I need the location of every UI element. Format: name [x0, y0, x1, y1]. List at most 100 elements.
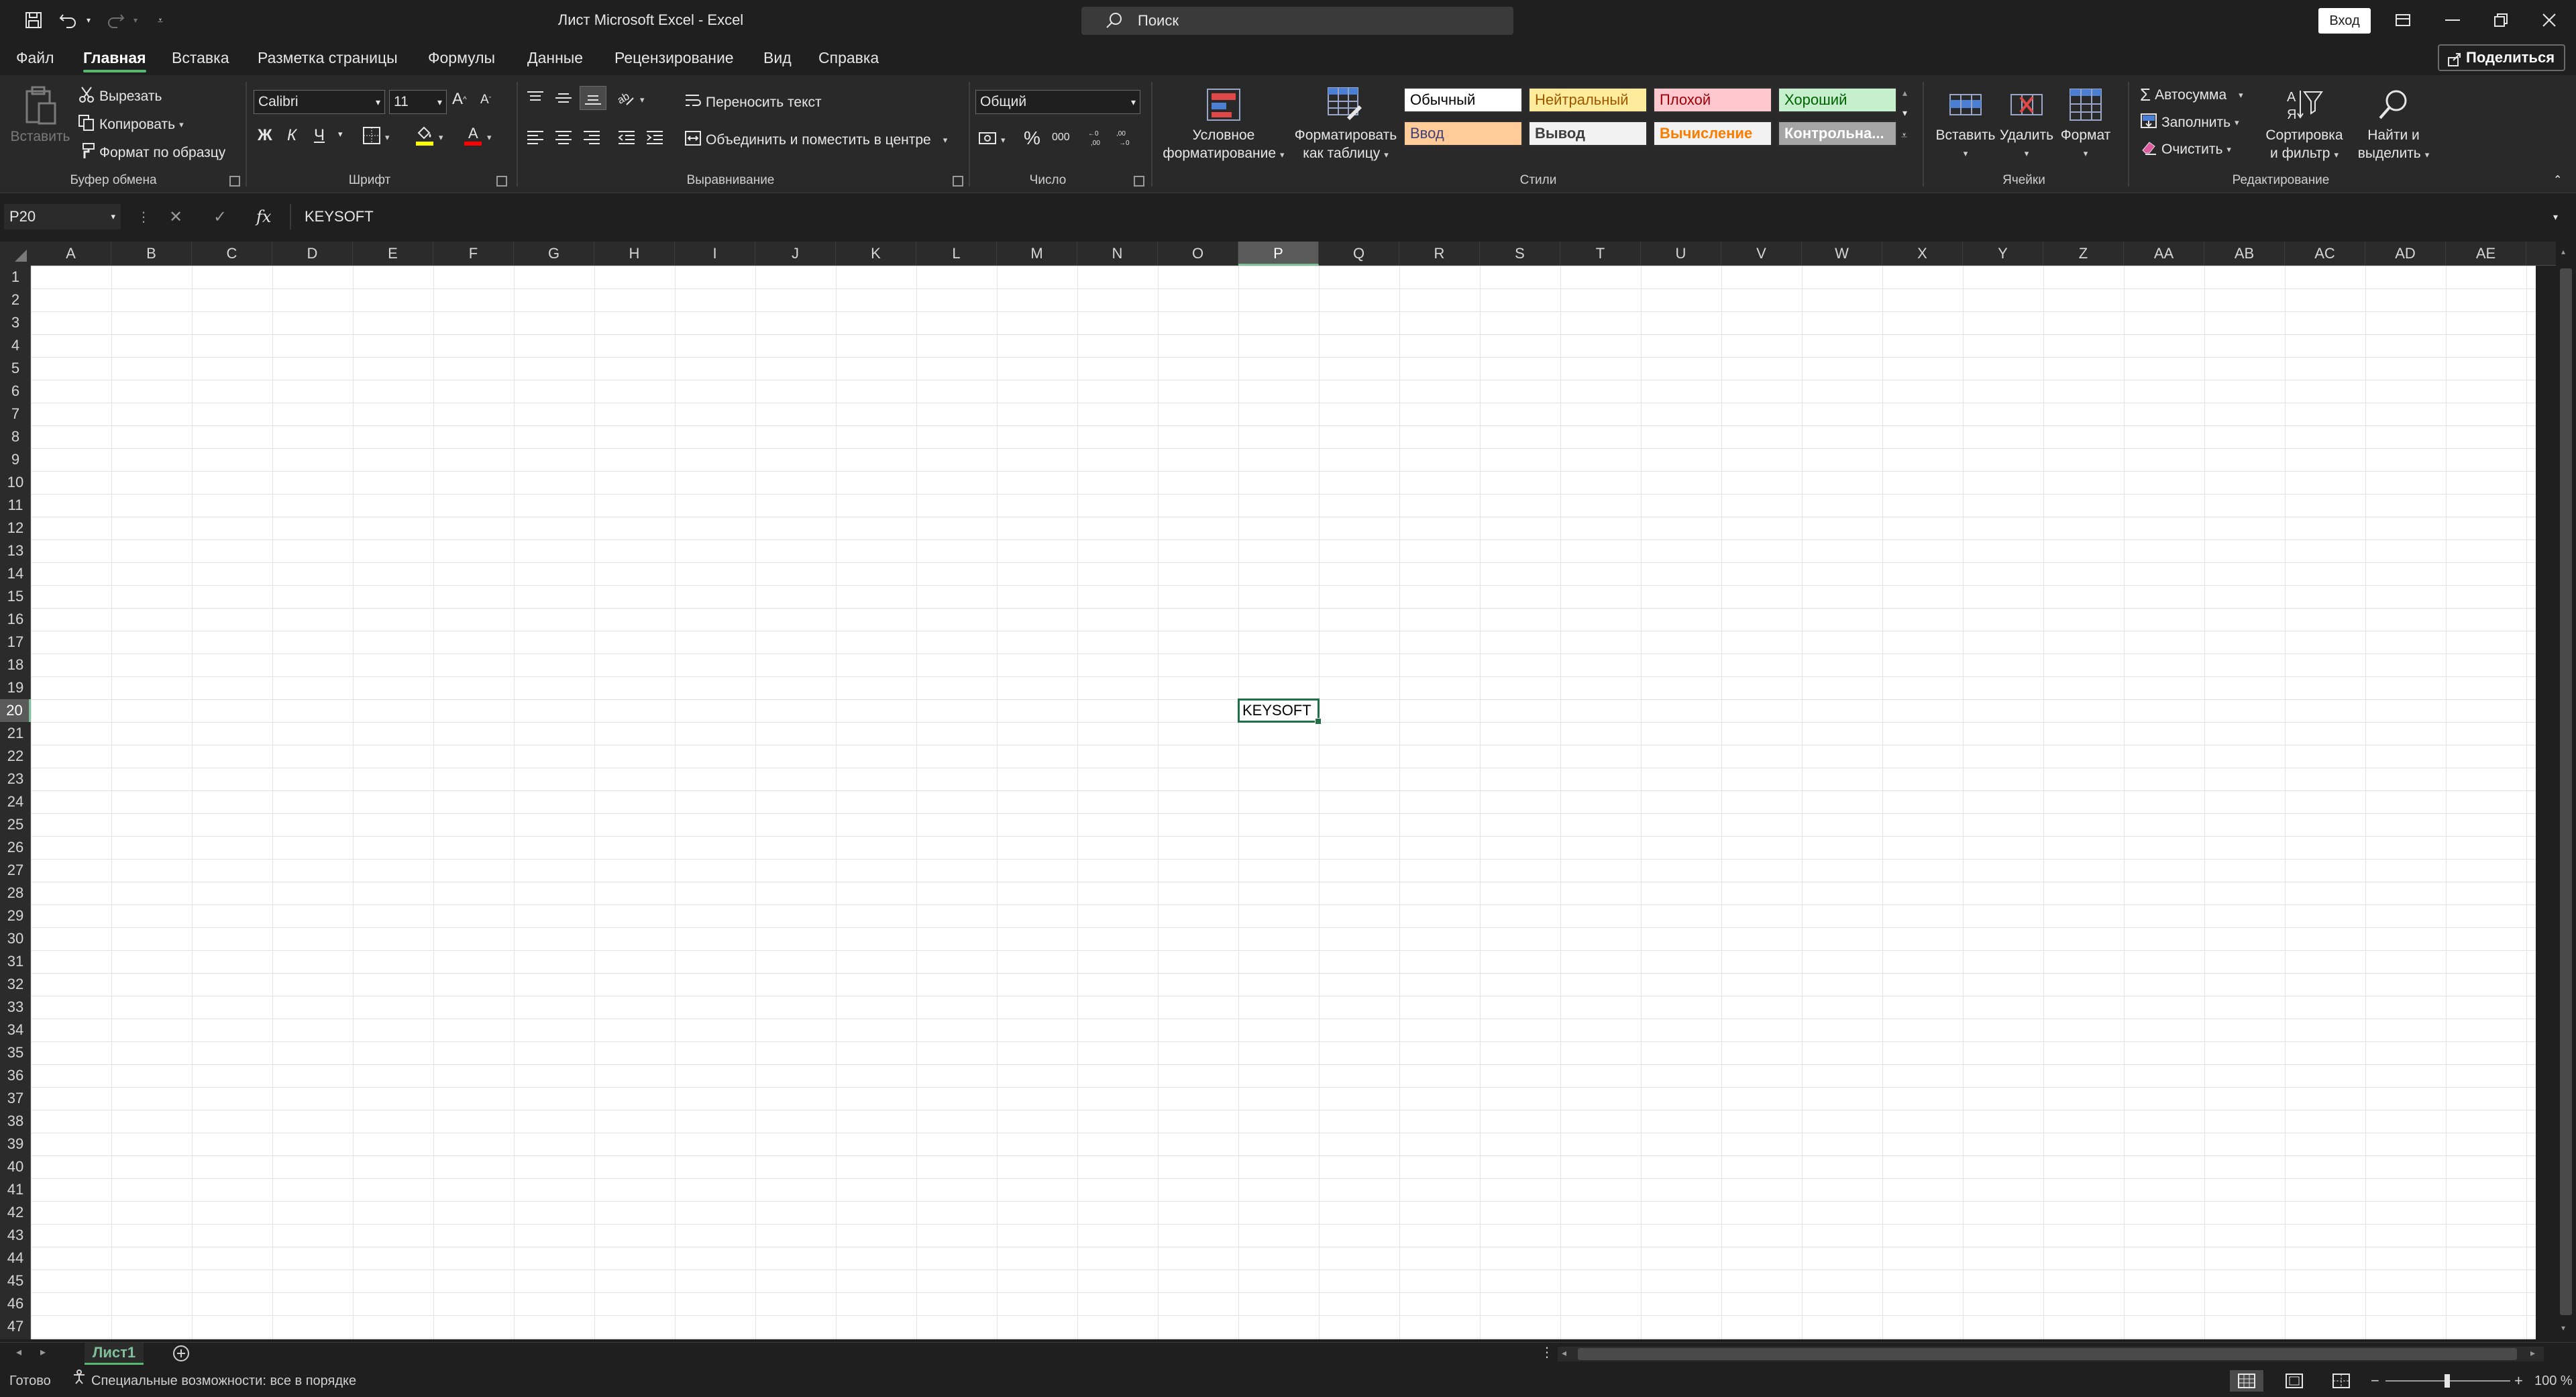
row-header-21[interactable]: 21	[0, 722, 31, 745]
delete-cells-button[interactable]: Удалить ▾	[1999, 83, 2054, 162]
fill-color-button[interactable]: ▾	[415, 125, 443, 150]
row-header-1[interactable]: 1	[0, 266, 31, 289]
zoom-level[interactable]: 100 %	[2534, 1365, 2573, 1397]
row-header-24[interactable]: 24	[0, 790, 31, 813]
number-launcher-icon[interactable]	[1134, 176, 1144, 187]
tab-data[interactable]: Данные	[527, 42, 583, 74]
row-header-30[interactable]: 30	[0, 927, 31, 950]
italic-button[interactable]: К	[287, 126, 297, 145]
row-header-44[interactable]: 44	[0, 1247, 31, 1270]
row-header-34[interactable]: 34	[0, 1019, 31, 1041]
zoom-out-icon[interactable]: −	[2371, 1365, 2379, 1397]
tab-page-layout[interactable]: Разметка страницы	[258, 42, 398, 74]
column-header-k[interactable]: K	[836, 242, 916, 266]
column-header-g[interactable]: G	[514, 242, 594, 266]
row-header-40[interactable]: 40	[0, 1155, 31, 1178]
insert-cells-button[interactable]: Вставить ▾	[1935, 83, 1996, 162]
row-header-36[interactable]: 36	[0, 1064, 31, 1087]
row-header-20[interactable]: 20	[0, 699, 31, 722]
cell-style-normal[interactable]: Обычный	[1403, 87, 1523, 113]
increase-decimal-icon[interactable]: ←0,00	[1087, 129, 1107, 146]
column-header-u[interactable]: U	[1641, 242, 1721, 266]
column-header-s[interactable]: S	[1480, 242, 1560, 266]
signin-button[interactable]: Вход	[2318, 8, 2371, 34]
decrease-indent-icon[interactable]	[617, 129, 636, 145]
row-header-18[interactable]: 18	[0, 654, 31, 676]
align-top-icon[interactable]	[526, 90, 545, 106]
row-header-35[interactable]: 35	[0, 1041, 31, 1064]
tab-insert[interactable]: Вставка	[172, 42, 229, 74]
row-header-16[interactable]: 16	[0, 608, 31, 631]
column-header-y[interactable]: Y	[1963, 242, 2043, 266]
cell-style-neutral[interactable]: Нейтральный	[1528, 87, 1648, 113]
align-bottom-icon[interactable]	[580, 86, 606, 110]
next-sheet-icon[interactable]: ▸	[40, 1345, 46, 1359]
tab-review[interactable]: Рецензирование	[614, 42, 734, 74]
styles-more-icon[interactable]: ⩡	[1901, 130, 1907, 142]
formula-input[interactable]: KEYSOFT	[290, 204, 2544, 229]
copy-button[interactable]: Копировать ▾	[78, 114, 184, 136]
column-header-i[interactable]: I	[675, 242, 755, 266]
row-header-6[interactable]: 6	[0, 380, 31, 403]
insert-function-icon[interactable]: fx	[256, 204, 271, 229]
row-header-17[interactable]: 17	[0, 631, 31, 654]
cell-area[interactable]	[31, 266, 2536, 1339]
vertical-scroll-thumb[interactable]	[2560, 268, 2572, 1315]
column-header-e[interactable]: E	[353, 242, 433, 266]
scroll-up-icon[interactable]: ▴	[2561, 247, 2565, 256]
row-header-19[interactable]: 19	[0, 676, 31, 699]
accounting-format-button[interactable]: ▾	[978, 130, 1006, 150]
alignment-launcher-icon[interactable]	[953, 176, 963, 187]
row-header-5[interactable]: 5	[0, 357, 31, 380]
accessibility-status[interactable]: Специальные возможности: все в порядке	[71, 1365, 356, 1397]
row-header-37[interactable]: 37	[0, 1087, 31, 1110]
cell-style-input[interactable]: Ввод	[1403, 121, 1523, 146]
row-header-28[interactable]: 28	[0, 882, 31, 904]
increase-font-icon[interactable]: A ^	[452, 90, 467, 109]
row-header-31[interactable]: 31	[0, 950, 31, 973]
horizontal-scroll-thumb[interactable]	[1578, 1348, 2517, 1360]
row-header-12[interactable]: 12	[0, 517, 31, 539]
column-header-b[interactable]: B	[111, 242, 192, 266]
scroll-right-icon[interactable]: ▸	[2530, 1347, 2535, 1359]
row-header-15[interactable]: 15	[0, 585, 31, 608]
column-header-ad[interactable]: AD	[2365, 242, 2446, 266]
paste-button[interactable]: Вставить	[9, 85, 71, 146]
font-launcher-icon[interactable]	[496, 176, 507, 187]
row-header-9[interactable]: 9	[0, 448, 31, 471]
find-select-button[interactable]: Найти и выделить ▾	[2353, 83, 2434, 164]
normal-view-icon[interactable]	[2230, 1370, 2263, 1392]
row-header-43[interactable]: 43	[0, 1224, 31, 1247]
share-button[interactable]: Поделиться	[2438, 44, 2565, 71]
row-header-22[interactable]: 22	[0, 745, 31, 768]
column-header-t[interactable]: T	[1560, 242, 1641, 266]
prev-sheet-icon[interactable]: ◂	[16, 1345, 21, 1359]
more-options-icon[interactable]: ⋮	[137, 204, 150, 229]
wrap-text-button[interactable]: Переносить текст	[684, 93, 822, 113]
column-header-r[interactable]: R	[1399, 242, 1480, 266]
column-header-c[interactable]: C	[192, 242, 272, 266]
row-header-32[interactable]: 32	[0, 973, 31, 996]
column-header-j[interactable]: J	[755, 242, 836, 266]
row-header-13[interactable]: 13	[0, 539, 31, 562]
tab-view[interactable]: Вид	[763, 42, 792, 74]
align-center-icon[interactable]	[554, 129, 573, 145]
row-header-2[interactable]: 2	[0, 289, 31, 311]
cell-style-calculation[interactable]: Вычисление	[1653, 121, 1772, 146]
column-header-l[interactable]: L	[916, 242, 997, 266]
autosum-button[interactable]: Σ Автосумма ▾	[2140, 85, 2243, 105]
tab-splitter-icon[interactable]: ⋮	[1540, 1344, 1554, 1361]
column-header-o[interactable]: O	[1158, 242, 1238, 266]
cell-style-bad[interactable]: Плохой	[1653, 87, 1772, 113]
font-color-button[interactable]: A ▾	[463, 125, 492, 150]
styles-scroll-up-icon[interactable]: ▴	[1902, 87, 1907, 99]
sort-filter-button[interactable]: АЯ Сортировка и фильтр ▾	[2257, 83, 2352, 164]
row-header-42[interactable]: 42	[0, 1201, 31, 1224]
column-header-n[interactable]: N	[1077, 242, 1158, 266]
align-middle-icon[interactable]	[554, 90, 573, 106]
scroll-down-icon[interactable]: ▾	[2561, 1323, 2565, 1333]
search-box[interactable]: Поиск	[1081, 7, 1513, 35]
column-header-a[interactable]: A	[31, 242, 111, 266]
row-header-47[interactable]: 47	[0, 1315, 31, 1338]
column-header-ac[interactable]: AC	[2285, 242, 2365, 266]
